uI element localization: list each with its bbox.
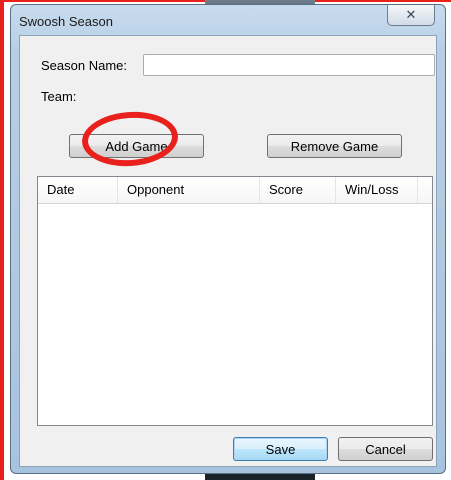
close-button[interactable]: ✕ (387, 5, 435, 26)
column-header-date[interactable]: Date (38, 177, 118, 203)
games-list-header: Date Opponent Score Win/Loss (38, 177, 432, 204)
games-list[interactable]: Date Opponent Score Win/Loss (37, 176, 433, 426)
dialog-body: Season Name: Team: Add Game Remove Game … (19, 35, 437, 467)
cancel-button[interactable]: Cancel (338, 437, 433, 461)
swoosh-season-dialog: Swoosh Season ✕ Season Name: Team: Add G… (10, 4, 446, 474)
column-header-filler (418, 177, 432, 203)
close-icon: ✕ (405, 7, 417, 22)
title-bar[interactable]: Swoosh Season ✕ (11, 5, 445, 35)
backdrop-edge-left (0, 0, 4, 480)
window-title: Swoosh Season (19, 14, 113, 29)
column-header-score[interactable]: Score (260, 177, 336, 203)
season-name-label: Season Name: (41, 58, 127, 73)
remove-game-button[interactable]: Remove Game (267, 134, 402, 158)
season-name-input[interactable] (143, 54, 435, 76)
save-button[interactable]: Save (233, 437, 328, 461)
team-label: Team: (41, 89, 77, 104)
column-header-win-loss[interactable]: Win/Loss (336, 177, 418, 203)
add-game-button[interactable]: Add Game (69, 134, 204, 158)
column-header-opponent[interactable]: Opponent (118, 177, 260, 203)
